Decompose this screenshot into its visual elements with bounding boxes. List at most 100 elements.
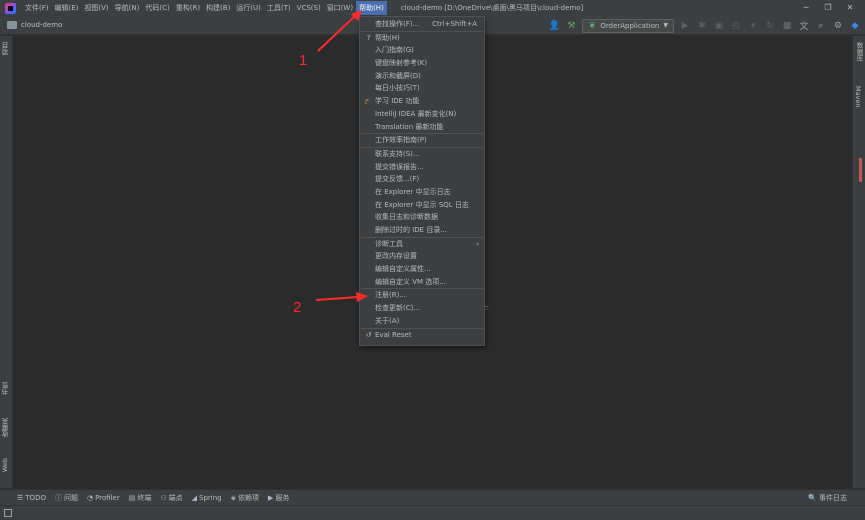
help-menu-item[interactable]: 更改内存设置	[360, 250, 484, 263]
help-menu-item[interactable]: 注册(R)...	[360, 289, 484, 302]
help-menu-item[interactable]: 🎓 学习 IDE 功能	[360, 95, 484, 108]
tool-window-icon: ▤	[128, 493, 136, 502]
tool-window-label: Profiler	[95, 493, 120, 502]
menu-item-icon: ↺	[365, 330, 372, 339]
more-run-icon[interactable]: ▾	[747, 20, 759, 32]
ide-logo-icon[interactable]: ◆	[849, 20, 861, 32]
help-menu-item[interactable]: IntelliJ IDEA 最新变化(N)	[360, 108, 484, 121]
help-menu-dropdown: 查找操作(F)... Ctrl+Shift+A ? 帮助(H) 入门指南(G) 键盘映射参…	[359, 16, 485, 346]
help-menu-item[interactable]: 关于(A)	[360, 315, 484, 328]
menu-item-0[interactable]: 文件(F)	[22, 1, 52, 15]
close-button[interactable]: ✕	[839, 0, 861, 16]
menu-item-label: 删除过时的 IDE 目录...	[375, 226, 448, 234]
help-menu-item[interactable]: Translation 最新功能	[360, 121, 484, 134]
help-menu-item[interactable]: 提交反馈...(F)	[360, 173, 484, 186]
tab-favorites[interactable]: 收藏夹	[1, 418, 11, 438]
tool-window-icon: ⓘ	[54, 493, 62, 502]
menu-item-3[interactable]: 导航(N)	[112, 1, 143, 15]
help-menu-item[interactable]: 演示和截屏(D)	[360, 70, 484, 83]
menu-item-label: 联系支持(S)...	[375, 149, 420, 158]
tool-window-button[interactable]: ⓘ 问题	[55, 493, 78, 503]
help-menu-item[interactable]: 诊断工具 ›	[360, 238, 484, 251]
help-menu-item[interactable]: 编辑自定义属性...	[360, 263, 484, 276]
tool-window-button[interactable]: ◈ 依赖项	[231, 493, 259, 503]
menu-item-6[interactable]: 构建(B)	[203, 1, 233, 15]
menu-item-2[interactable]: 视图(V)	[81, 1, 111, 15]
menu-item-shortcut: Ctrl+Shift+A	[432, 20, 477, 28]
help-menu-item[interactable]: 键盘映射参考(K)	[360, 57, 484, 70]
tool-window-icon: ◢	[191, 493, 198, 502]
tool-window-button[interactable]: ◢ Spring	[192, 494, 222, 502]
menu-item-label: 更改内存设置	[375, 252, 417, 261]
tab-web[interactable]: Web	[1, 458, 9, 472]
intellij-app-icon	[5, 2, 16, 14]
tool-window-label: 依赖项	[238, 493, 260, 502]
tab-bookmarks[interactable]: 书签	[1, 382, 11, 395]
help-menu-item[interactable]: 收集日志和诊断数据	[360, 211, 484, 224]
translate-icon[interactable]: 文	[798, 20, 810, 32]
minimize-button[interactable]: ─	[795, 0, 817, 16]
project-breadcrumb[interactable]: cloud-demo	[21, 21, 62, 29]
search-icon[interactable]: ⌕	[815, 20, 827, 32]
toggle-tool-windows-icon[interactable]	[4, 509, 12, 517]
menu-item-label: 诊断工具	[375, 239, 403, 248]
menu-item-label: Eval Reset	[375, 330, 412, 339]
tool-window-button[interactable]: ▶ 服务	[268, 493, 289, 503]
debug-icon[interactable]: ✱	[696, 20, 708, 32]
help-menu-item[interactable]: 删除过时的 IDE 目录...	[360, 224, 484, 237]
window-controls: ─ ❐ ✕	[795, 0, 861, 16]
run-icon[interactable]: ▶	[679, 20, 691, 32]
menu-item-label: 工作效率指南(P)	[375, 136, 427, 145]
tab-project[interactable]: 项目	[1, 42, 11, 55]
tool-window-label: 终端	[137, 493, 152, 502]
menu-item-8[interactable]: 工具(T)	[264, 1, 294, 15]
status-bar	[0, 505, 865, 520]
menu-item-1[interactable]: 编辑(E)	[52, 1, 82, 15]
help-menu-item[interactable]: 联系支持(S)...	[360, 148, 484, 161]
help-menu-item[interactable]: 在 Explorer 中显示日志	[360, 186, 484, 199]
gear-icon[interactable]: ⚙	[832, 20, 844, 32]
help-menu-item[interactable]: 编辑自定义 VM 选项...	[360, 276, 484, 289]
rerun-icon[interactable]: ↻	[764, 20, 776, 32]
user-icon[interactable]: 👤	[548, 20, 560, 32]
stop-icon[interactable]: ■	[781, 20, 793, 32]
menu-item-label: 收集日志和诊断数据	[375, 213, 438, 222]
menu-item-5[interactable]: 重构(R)	[173, 1, 203, 15]
run-configuration-label: OrderApplication	[600, 21, 660, 30]
help-menu-item[interactable]: ? 帮助(H)	[360, 32, 484, 45]
help-menu-item[interactable]: 工作效率指南(P)	[360, 134, 484, 147]
error-marker	[859, 158, 862, 182]
tab-maven[interactable]: Maven	[854, 86, 862, 108]
maximize-button[interactable]: ❐	[817, 0, 839, 16]
tool-window-button[interactable]: ☰ TODO	[17, 494, 46, 502]
left-tool-strip: 项目 书签 收藏夹 Web	[0, 36, 13, 488]
menu-item-label: 每日小技巧(T)	[375, 84, 420, 93]
help-menu-item[interactable]: 入门指南(G)	[360, 44, 484, 57]
help-menu-item[interactable]: ↺ Eval Reset	[360, 329, 484, 342]
help-menu-item[interactable]: 检查更新(C)...	[360, 302, 484, 315]
help-menu-item[interactable]: 查找操作(F)... Ctrl+Shift+A	[360, 18, 484, 31]
coverage-icon[interactable]: ▣	[713, 20, 725, 32]
menu-item-label: 提交反馈...(F)	[375, 175, 420, 184]
menu-item-10[interactable]: 窗口(W)	[324, 1, 356, 15]
tool-window-button[interactable]: ◔ Profiler	[87, 494, 120, 502]
help-menu-item[interactable]: 提交错误报告...	[360, 161, 484, 174]
help-menu-item[interactable]: 在 Explorer 中显示 SQL 日志	[360, 199, 484, 212]
menu-item-4[interactable]: 代码(C)	[142, 1, 172, 15]
menu-item-7[interactable]: 运行(U)	[233, 1, 264, 15]
profile-icon[interactable]: ◴	[730, 20, 742, 32]
menu-item-9[interactable]: VCS(S)	[294, 1, 324, 15]
help-menu-item[interactable]: 每日小技巧(T)	[360, 82, 484, 95]
event-log-button[interactable]: 🔍 事件日志	[808, 490, 847, 506]
tab-database[interactable]: 数据库	[854, 42, 864, 62]
window-title: cloud-demo [D:\OneDrive\桌面\黑马项目\cloud-de…	[400, 4, 584, 12]
menu-item-label: 查找操作(F)...	[375, 20, 420, 28]
tool-window-label: TODO	[25, 493, 46, 502]
menu-item-label: Translation 最新功能	[375, 122, 444, 131]
run-configuration-select[interactable]: ❦ OrderApplication ▼	[582, 18, 674, 33]
menu-item-11[interactable]: 帮助(H)	[356, 1, 387, 15]
build-hammer-icon[interactable]: ⚒	[565, 20, 577, 32]
annotation-number-1: 1	[299, 52, 308, 69]
tool-window-button[interactable]: ⚇ 端点	[160, 493, 182, 503]
tool-window-button[interactable]: ▤ 终端	[129, 493, 152, 503]
